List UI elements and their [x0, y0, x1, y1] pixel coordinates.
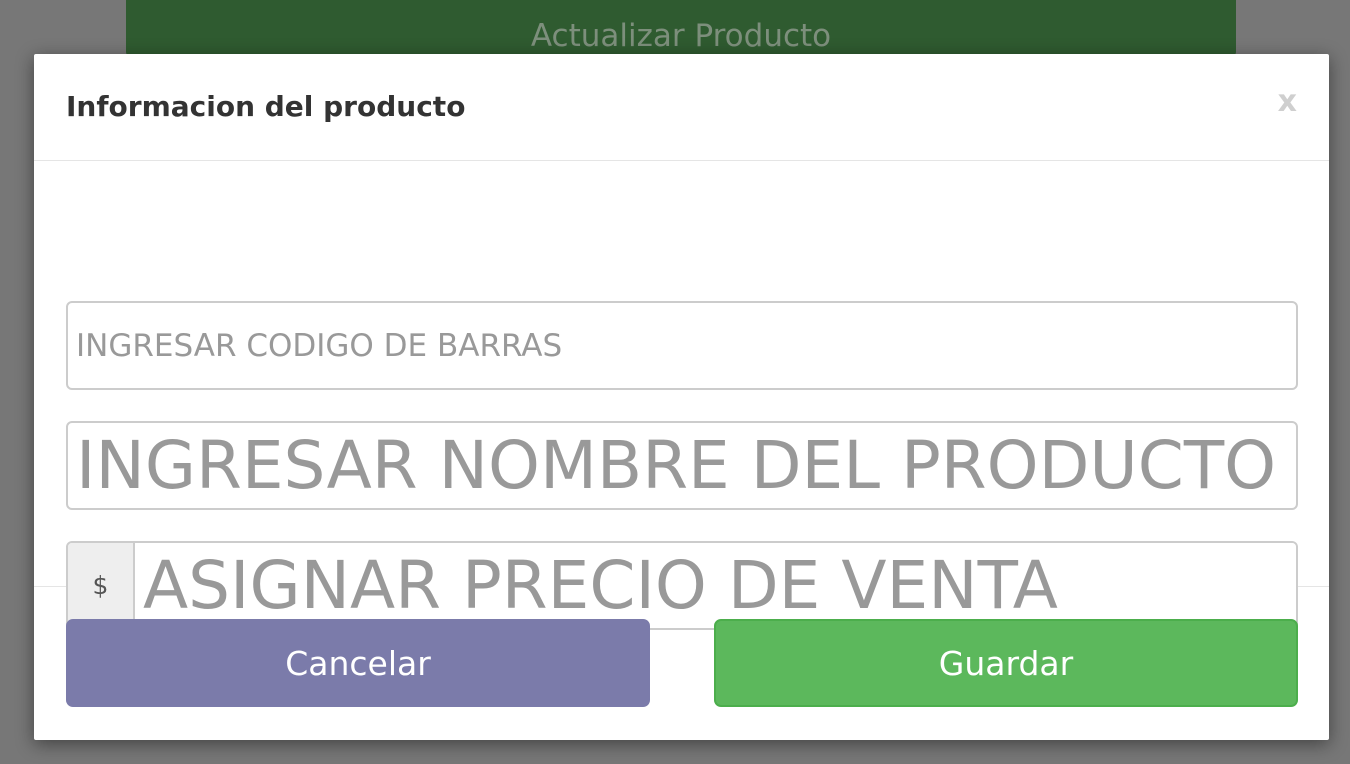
modal-footer: Cancelar Guardar	[34, 587, 1329, 739]
update-product-button: Actualizar Producto	[126, 0, 1236, 56]
modal-header: Informacion del producto x	[34, 54, 1329, 161]
barcode-input[interactable]	[66, 301, 1298, 390]
product-name-input[interactable]	[66, 421, 1298, 510]
save-button[interactable]: Guardar	[714, 619, 1298, 707]
product-info-modal: Informacion del producto x $ Cancelar Gu…	[34, 54, 1329, 740]
cancel-button[interactable]: Cancelar	[66, 619, 650, 707]
modal-title: Informacion del producto	[66, 90, 466, 123]
close-icon[interactable]: x	[1278, 84, 1297, 119]
modal-body: $	[34, 161, 1329, 630]
